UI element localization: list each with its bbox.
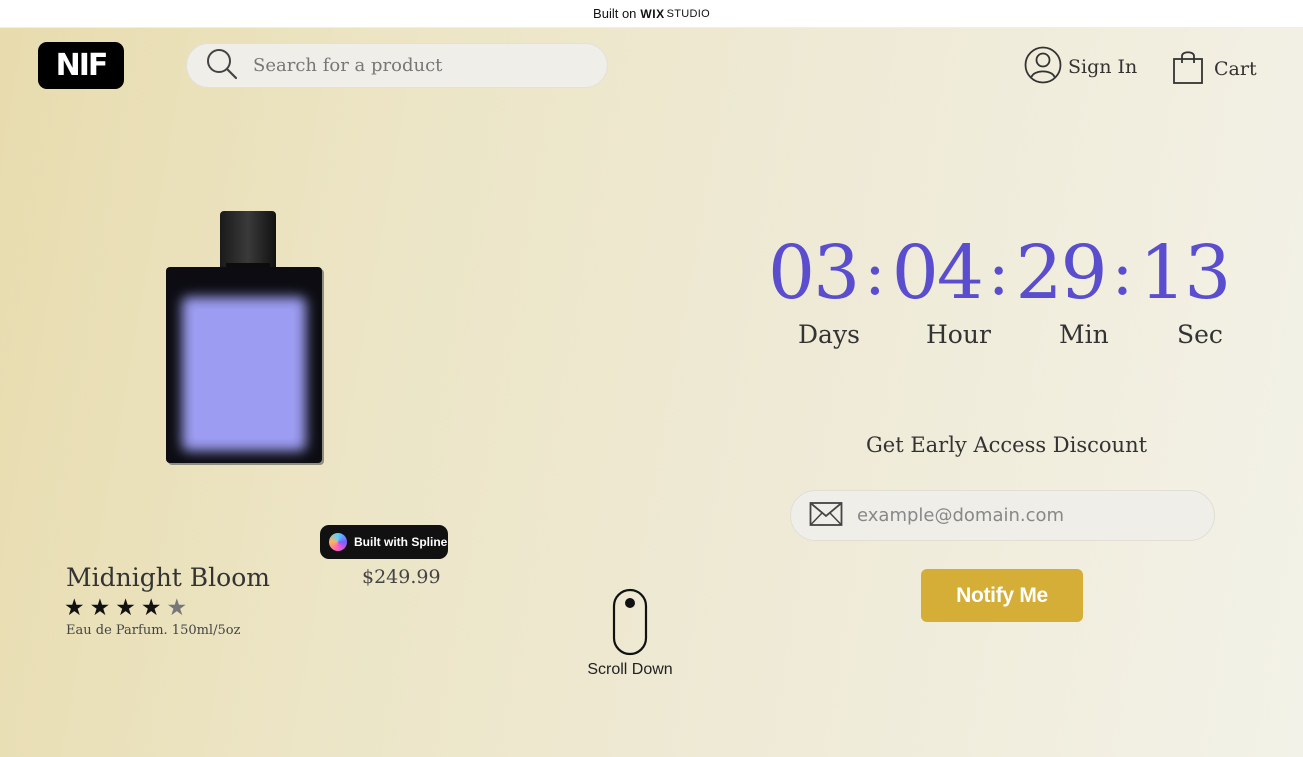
cart-label: Cart bbox=[1214, 58, 1257, 80]
countdown-separator: : bbox=[987, 236, 1010, 310]
countdown-minutes: 29 bbox=[1015, 230, 1107, 316]
star-icon: ★ bbox=[115, 595, 136, 621]
countdown-hours: 04 bbox=[891, 230, 984, 316]
countdown-separator: : bbox=[864, 236, 886, 310]
star-icon: ★ bbox=[64, 595, 85, 621]
product-price: $249.99 bbox=[362, 566, 441, 588]
scroll-down-label: Scroll Down bbox=[587, 661, 673, 678]
cart-button[interactable]: Cart bbox=[1162, 50, 1257, 88]
rating-stars: ★ ★ ★ ★ ★ bbox=[64, 597, 187, 620]
perfume-bottle-image bbox=[166, 211, 326, 466]
star-icon: ★ bbox=[166, 595, 188, 621]
mouse-icon bbox=[585, 588, 675, 656]
star-icon: ★ bbox=[89, 595, 111, 621]
email-input[interactable] bbox=[857, 505, 1187, 526]
product-description: Eau de Parfum. 150ml/5oz bbox=[66, 623, 241, 638]
countdown-seconds-label: Sec bbox=[1177, 320, 1223, 349]
search-input[interactable] bbox=[253, 55, 573, 76]
product-name: Midnight Bloom bbox=[66, 563, 270, 592]
email-field-container[interactable] bbox=[790, 490, 1215, 541]
built-with-spline-badge[interactable]: Built with Spline bbox=[320, 525, 448, 559]
wix-banner-prefix: Built on bbox=[593, 6, 637, 21]
early-access-title: Get Early Access Discount bbox=[866, 433, 1148, 457]
sign-in-button[interactable]: Sign In bbox=[1018, 46, 1138, 89]
countdown-days-label: Days bbox=[798, 320, 860, 349]
countdown-hours-label: Hour bbox=[926, 320, 991, 349]
user-icon bbox=[1024, 46, 1062, 89]
star-icon: ★ bbox=[140, 595, 162, 621]
countdown-separator: : bbox=[1111, 236, 1134, 310]
envelope-icon bbox=[809, 501, 843, 531]
wix-banner[interactable]: Built on WIX STUDIO bbox=[0, 0, 1303, 28]
wix-studio-label: STUDIO bbox=[666, 7, 710, 20]
spline-logo-icon bbox=[329, 533, 347, 551]
brand-logo-text: NIF bbox=[55, 47, 109, 83]
wix-logo: WIX bbox=[640, 6, 665, 21]
spline-badge-label: Built with Spline bbox=[354, 535, 448, 549]
hero-page: NIF Sign In Cart bbox=[0, 28, 1303, 757]
countdown-timer: 03 : 04 : 29 : 13 bbox=[768, 228, 1231, 318]
notify-me-button[interactable]: Notify Me bbox=[921, 569, 1083, 622]
search-icon[interactable] bbox=[205, 47, 239, 85]
countdown-seconds: 13 bbox=[1139, 230, 1231, 316]
scroll-down-indicator[interactable]: Scroll Down bbox=[585, 583, 675, 679]
countdown-minutes-label: Min bbox=[1059, 320, 1109, 349]
search-bar[interactable] bbox=[186, 43, 608, 88]
shopping-bag-icon bbox=[1172, 49, 1204, 90]
brand-logo[interactable]: NIF bbox=[38, 42, 124, 89]
countdown-days: 03 bbox=[768, 230, 860, 316]
sign-in-label: Sign In bbox=[1068, 56, 1138, 78]
